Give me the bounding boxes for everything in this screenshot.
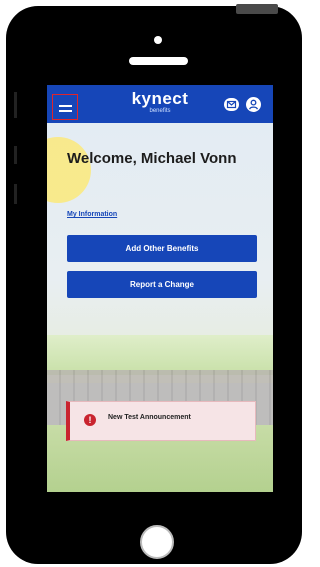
menu-bar xyxy=(59,110,72,112)
side-button xyxy=(14,184,17,204)
app-header: kynect benefits xyxy=(47,85,273,123)
app-screen: kynect benefits Welcome, Michael Vonn My… xyxy=(47,85,273,492)
announcement-banner[interactable]: ! New Test Announcement xyxy=(66,401,256,441)
hamburger-menu-icon[interactable] xyxy=(52,94,78,120)
report-a-change-button[interactable]: Report a Change xyxy=(67,271,257,298)
front-camera xyxy=(154,36,162,44)
my-information-link[interactable]: My Information xyxy=(67,211,117,218)
account-icon[interactable] xyxy=(246,97,261,112)
logo-word: kynect xyxy=(131,89,189,108)
speaker-grille xyxy=(129,57,188,65)
add-other-benefits-button[interactable]: Add Other Benefits xyxy=(67,235,257,262)
welcome-heading: Welcome, Michael Vonn xyxy=(67,150,237,167)
side-button xyxy=(14,146,17,164)
announcement-text: New Test Announcement xyxy=(108,414,191,421)
kynect-logo[interactable]: kynect benefits xyxy=(127,89,193,119)
mail-icon[interactable] xyxy=(224,98,239,111)
logo-subtitle: benefits xyxy=(149,108,171,114)
home-button[interactable] xyxy=(140,525,174,559)
side-button xyxy=(14,92,17,118)
alert-icon: ! xyxy=(84,414,96,426)
frame-shadow xyxy=(236,4,278,14)
grass-illustration xyxy=(47,335,273,375)
menu-bar xyxy=(59,105,72,107)
